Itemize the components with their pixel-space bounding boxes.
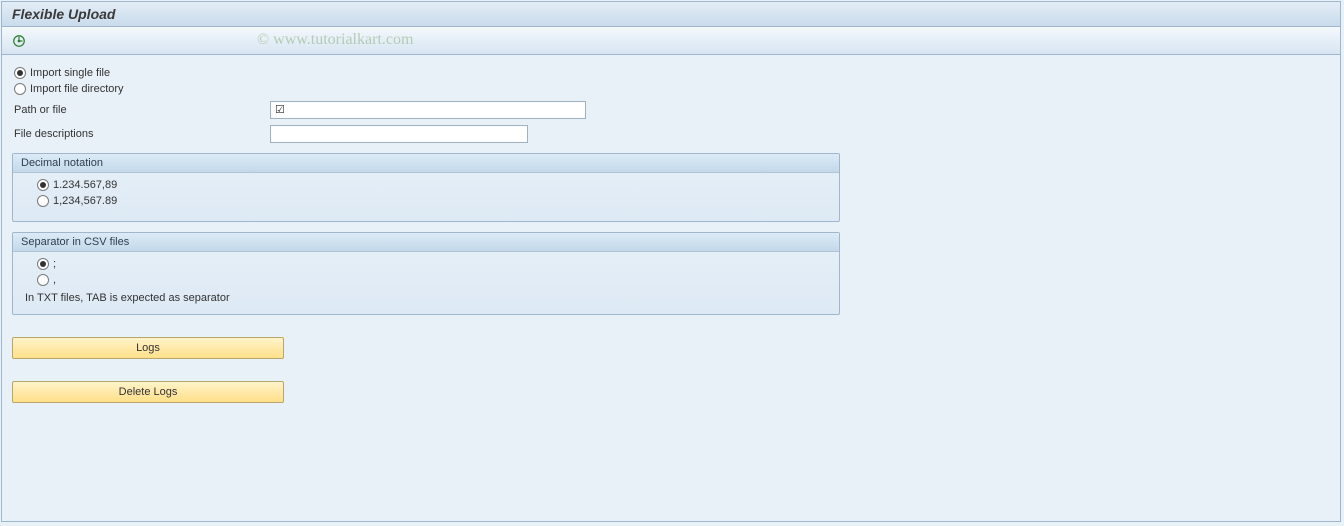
radio-icon — [37, 179, 49, 191]
content-area: Import single file Import file directory… — [2, 55, 1340, 413]
radio-separator-semicolon[interactable]: ; — [35, 258, 827, 270]
group-title: Separator in CSV files — [13, 233, 839, 252]
input-path-or-file[interactable]: ☑ — [270, 101, 586, 119]
row-path: Path or file ☑ — [12, 101, 1330, 119]
radio-icon — [14, 83, 26, 95]
radio-import-single-file[interactable]: Import single file — [12, 67, 1330, 79]
radio-label: Import single file — [30, 67, 110, 79]
radio-decimal-us[interactable]: 1,234,567.89 — [35, 195, 827, 207]
page-title: Flexible Upload — [12, 6, 115, 22]
group-separator: Separator in CSV files ; , In TXT files,… — [12, 232, 840, 315]
radio-icon — [37, 258, 49, 270]
label-path: Path or file — [12, 104, 270, 116]
checkbox-icon: ☑ — [275, 105, 285, 116]
radio-icon — [37, 195, 49, 207]
app-window: Flexible Upload © www.tutorialkart.com I… — [1, 1, 1341, 522]
group-title: Decimal notation — [13, 154, 839, 173]
button-label: Delete Logs — [119, 386, 178, 398]
label-file-descriptions: File descriptions — [12, 128, 270, 140]
radio-label: Import file directory — [30, 83, 124, 95]
radio-label: ; — [53, 258, 56, 270]
radio-decimal-european[interactable]: 1.234.567,89 — [35, 179, 827, 191]
radio-separator-comma[interactable]: , — [35, 274, 827, 286]
separator-note: In TXT files, TAB is expected as separat… — [25, 292, 827, 304]
radio-icon — [14, 67, 26, 79]
delete-logs-button[interactable]: Delete Logs — [12, 381, 284, 403]
group-body: ; , In TXT files, TAB is expected as sep… — [13, 252, 839, 314]
radio-icon — [37, 274, 49, 286]
radio-label: 1,234,567.89 — [53, 195, 117, 207]
group-body: 1.234.567,89 1,234,567.89 — [13, 173, 839, 221]
watermark-text: © www.tutorialkart.com — [257, 31, 413, 49]
row-file-descriptions: File descriptions — [12, 125, 1330, 143]
group-decimal-notation: Decimal notation 1.234.567,89 1,234,567.… — [12, 153, 840, 222]
button-label: Logs — [136, 342, 160, 354]
radio-label: , — [53, 274, 56, 286]
logs-button[interactable]: Logs — [12, 337, 284, 359]
radio-label: 1.234.567,89 — [53, 179, 117, 191]
toolbar: © www.tutorialkart.com — [2, 27, 1340, 55]
execute-icon[interactable] — [12, 34, 26, 48]
button-area: Logs Delete Logs — [12, 315, 1330, 403]
title-bar: Flexible Upload — [2, 2, 1340, 27]
radio-import-directory[interactable]: Import file directory — [12, 83, 1330, 95]
input-file-descriptions[interactable] — [270, 125, 528, 143]
